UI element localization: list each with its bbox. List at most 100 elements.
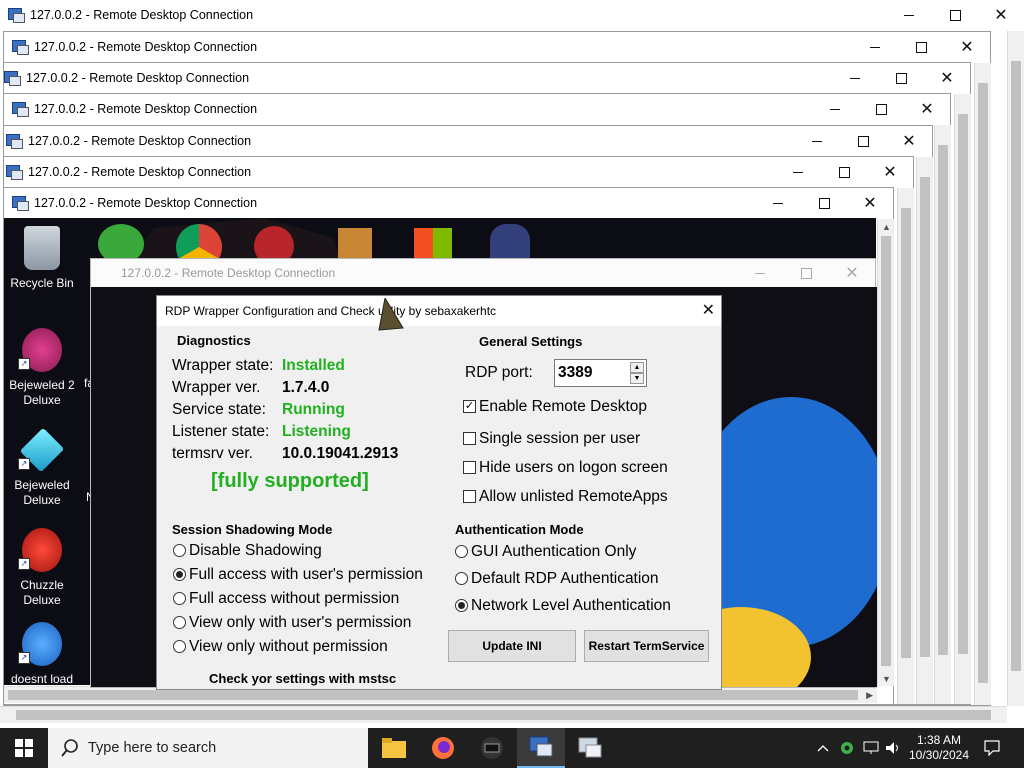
taskbar-file-explorer[interactable] xyxy=(370,728,418,768)
tray-app-icon[interactable] xyxy=(836,728,858,768)
close-button[interactable]: ✕ xyxy=(978,0,1024,30)
title-bar[interactable]: 127.0.0.2 - Remote Desktop Connection xyxy=(4,63,970,93)
radio-gui-auth-only[interactable] xyxy=(455,545,468,558)
remote-desktop-icon xyxy=(12,196,29,211)
auth-option-label: Default RDP Authentication xyxy=(471,570,659,587)
vertical-scrollbar[interactable] xyxy=(954,94,971,704)
window-title: 127.0.0.2 - Remote Desktop Connection xyxy=(28,165,252,179)
green-gear-icon xyxy=(841,742,853,754)
rdp-port-label: RDP port: xyxy=(465,364,533,381)
dialog-close-button[interactable]: ✕ xyxy=(702,300,715,320)
maximize-button[interactable] xyxy=(878,63,924,93)
rdp-port-value[interactable]: 3389 xyxy=(558,364,592,382)
hide-users-label: Hide users on logon screen xyxy=(479,459,668,476)
close-button[interactable]: ✕ xyxy=(829,259,875,287)
close-button[interactable]: ✕ xyxy=(847,188,893,218)
update-ini-button[interactable]: Update INI xyxy=(448,630,576,662)
shortcut-arrow-icon: ↗ xyxy=(18,558,30,570)
vertical-scrollbar[interactable]: ▲ ▼ xyxy=(877,219,894,686)
title-bar[interactable]: 127.0.0.2 - Remote Desktop Connection xyxy=(4,94,950,124)
shortcut-arrow-icon: ↗ xyxy=(18,652,30,664)
vertical-scrollbar[interactable] xyxy=(1007,31,1024,706)
minimize-button[interactable] xyxy=(775,157,821,187)
minimize-button[interactable] xyxy=(886,0,932,30)
icon-label: Bejeweled Deluxe xyxy=(14,478,70,507)
enable-remote-desktop-checkbox[interactable]: ✓ xyxy=(463,400,476,413)
close-button[interactable]: ✕ xyxy=(867,157,913,187)
search-placeholder[interactable]: Type here to search xyxy=(88,740,216,756)
title-bar[interactable]: 127.0.0.2 - Remote Desktop Connection xyxy=(0,0,1024,30)
listener-state-label: Listener state: xyxy=(172,423,270,440)
diagnostics-header: Diagnostics xyxy=(177,333,251,348)
start-button[interactable] xyxy=(0,728,48,768)
scroll-down-icon[interactable]: ▼ xyxy=(882,674,891,684)
clock[interactable]: 1:38 AM 10/30/2024 xyxy=(906,728,972,768)
scroll-up-icon[interactable]: ▲ xyxy=(882,222,891,232)
spin-up-icon[interactable]: ▲ xyxy=(630,362,644,373)
hide-users-checkbox[interactable] xyxy=(463,461,476,474)
maximize-button[interactable] xyxy=(898,32,944,62)
title-bar[interactable]: 127.0.0.2 - Remote Desktop Connection xyxy=(4,126,932,156)
desktop-icon-bejeweled-2[interactable]: ↗ Bejeweled 2 Deluxe xyxy=(4,328,80,408)
minimize-button[interactable] xyxy=(852,32,898,62)
maximize-button[interactable] xyxy=(840,126,886,156)
network-status[interactable] xyxy=(860,728,882,768)
radio-full-access-with-permission[interactable] xyxy=(173,568,186,581)
minimize-button[interactable] xyxy=(832,63,878,93)
vertical-scrollbar[interactable] xyxy=(897,188,914,704)
radio-full-access-without-permission[interactable] xyxy=(173,592,186,605)
desktop-icon-bejeweled[interactable]: ↗ Bejeweled Deluxe xyxy=(4,427,80,508)
taskbar-terminal[interactable] xyxy=(468,728,516,768)
firefox-icon xyxy=(432,737,454,759)
close-button[interactable]: ✕ xyxy=(924,63,970,93)
minimize-button[interactable] xyxy=(794,126,840,156)
volume-control[interactable] xyxy=(882,728,904,768)
notification-center[interactable] xyxy=(980,728,1004,768)
minimize-button[interactable] xyxy=(737,259,783,287)
close-button[interactable]: ✕ xyxy=(886,126,932,156)
maximize-button[interactable] xyxy=(932,0,978,30)
vertical-scrollbar[interactable] xyxy=(916,157,933,704)
maximize-button[interactable] xyxy=(801,188,847,218)
close-button[interactable]: ✕ xyxy=(944,32,990,62)
close-button[interactable]: ✕ xyxy=(904,94,950,124)
scroll-right-icon[interactable]: ▶ xyxy=(866,690,873,701)
desktop-icon-recycle-bin[interactable]: Recycle Bin xyxy=(4,226,80,291)
single-session-checkbox[interactable] xyxy=(463,432,476,445)
radio-network-level-auth[interactable] xyxy=(455,599,468,612)
radio-disable-shadowing[interactable] xyxy=(173,544,186,557)
windows-start-icon xyxy=(15,739,33,757)
termsrv-ver-value: 10.0.19041.2913 xyxy=(282,445,399,462)
shadow-option-label: Disable Shadowing xyxy=(189,542,322,559)
vertical-scrollbar[interactable] xyxy=(934,125,951,704)
minimize-button[interactable] xyxy=(812,94,858,124)
show-hidden-icons[interactable] xyxy=(814,728,832,768)
taskbar-search-box[interactable]: Type here to search xyxy=(48,728,368,768)
notification-icon xyxy=(984,740,1000,756)
spin-down-icon[interactable]: ▼ xyxy=(630,373,644,384)
dialog-title-bar[interactable]: RDP Wrapper Configuration and Check util… xyxy=(157,296,721,326)
dialog-title: RDP Wrapper Configuration and Check util… xyxy=(165,304,497,318)
shadow-option-label: Full access without permission xyxy=(189,590,400,607)
window-title: 127.0.0.2 - Remote Desktop Connection xyxy=(121,266,336,280)
radio-default-rdp-auth[interactable] xyxy=(455,572,468,585)
check-settings-label: Check yor settings with mstsc xyxy=(209,671,397,686)
title-bar[interactable]: 127.0.0.2 - Remote Desktop Connection xyxy=(4,32,990,62)
maximize-button[interactable] xyxy=(858,94,904,124)
restart-termservice-button[interactable]: Restart TermService xyxy=(584,630,709,662)
taskbar-remote-desktop-active[interactable] xyxy=(517,728,565,768)
rdp-wrapper-dialog[interactable]: RDP Wrapper Configuration and Check util… xyxy=(156,295,722,690)
desktop-icon-chuzzle[interactable]: ↗ Chuzzle Deluxe xyxy=(4,528,80,608)
radio-view-only-with-permission[interactable] xyxy=(173,616,186,629)
allow-unlisted-checkbox[interactable] xyxy=(463,490,476,503)
radio-view-only-without-permission[interactable] xyxy=(173,640,186,653)
rdp-port-stepper[interactable]: 3389 ▲ ▼ xyxy=(554,359,647,387)
maximize-button[interactable] xyxy=(783,259,829,287)
minimize-button[interactable] xyxy=(755,188,801,218)
horizontal-scrollbar[interactable] xyxy=(0,706,1007,723)
vertical-scrollbar[interactable] xyxy=(974,63,991,705)
desktop-icon-doesnt-load[interactable]: ↗ doesnt load xyxy=(4,622,80,685)
taskbar-remote-desktop-2[interactable] xyxy=(566,728,614,768)
taskbar-firefox[interactable] xyxy=(419,728,467,768)
maximize-button[interactable] xyxy=(821,157,867,187)
